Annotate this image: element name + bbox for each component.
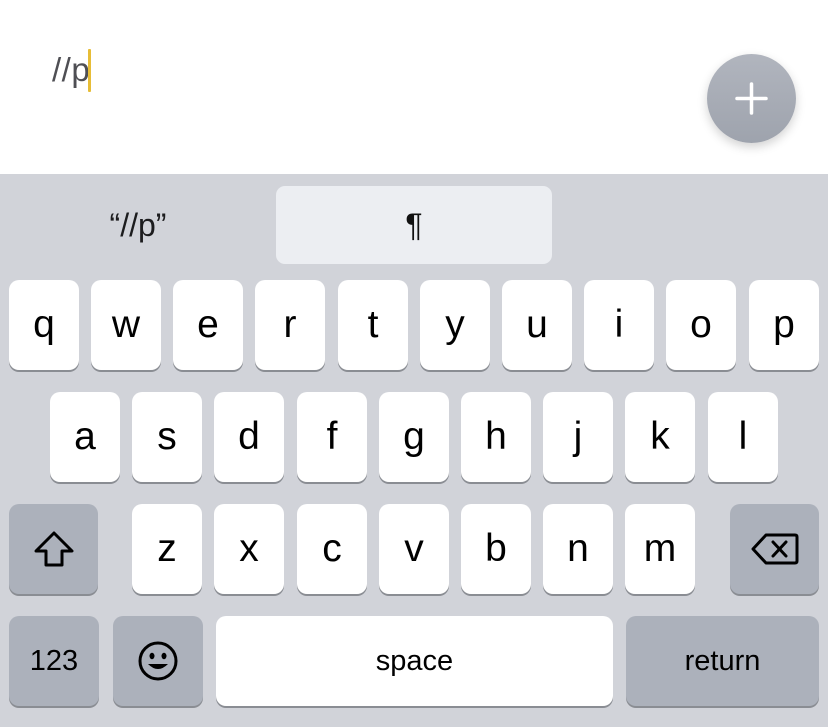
space-key[interactable]: space [216, 616, 613, 706]
key-h[interactable]: h [461, 392, 531, 482]
text-caret [88, 49, 91, 92]
key-k[interactable]: k [625, 392, 695, 482]
key-t[interactable]: t [338, 280, 408, 370]
note-editor[interactable]: //p [0, 0, 828, 174]
shift-icon [34, 531, 73, 567]
key-y[interactable]: y [420, 280, 490, 370]
key-z[interactable]: z [132, 504, 202, 594]
suggestion-pilcrow[interactable]: ¶ [276, 186, 552, 264]
editor-text[interactable]: //p [52, 48, 90, 92]
emoji-key[interactable] [113, 616, 203, 706]
key-n[interactable]: n [543, 504, 613, 594]
key-v[interactable]: v [379, 504, 449, 594]
key-b[interactable]: b [461, 504, 531, 594]
key-p[interactable]: p [749, 280, 819, 370]
key-j[interactable]: j [543, 392, 613, 482]
key-g[interactable]: g [379, 392, 449, 482]
key-w[interactable]: w [91, 280, 161, 370]
return-key[interactable]: return [626, 616, 819, 706]
key-x[interactable]: x [214, 504, 284, 594]
key-u[interactable]: u [502, 280, 572, 370]
backspace-icon [751, 533, 798, 565]
key-r[interactable]: r [255, 280, 325, 370]
key-s[interactable]: s [132, 392, 202, 482]
key-e[interactable]: e [173, 280, 243, 370]
key-c[interactable]: c [297, 504, 367, 594]
suggestion-typed-text[interactable]: “//p” [0, 186, 276, 264]
plus-icon [735, 82, 768, 115]
key-l[interactable]: l [708, 392, 778, 482]
shift-key[interactable] [9, 504, 98, 594]
numbers-key[interactable]: 123 [9, 616, 99, 706]
suggestion-empty[interactable] [552, 186, 828, 264]
add-button[interactable] [707, 54, 796, 143]
key-i[interactable]: i [584, 280, 654, 370]
emoji-icon [138, 641, 178, 681]
delete-key[interactable] [730, 504, 819, 594]
key-o[interactable]: o [666, 280, 736, 370]
key-f[interactable]: f [297, 392, 367, 482]
key-a[interactable]: a [50, 392, 120, 482]
key-d[interactable]: d [214, 392, 284, 482]
key-m[interactable]: m [625, 504, 695, 594]
key-q[interactable]: q [9, 280, 79, 370]
